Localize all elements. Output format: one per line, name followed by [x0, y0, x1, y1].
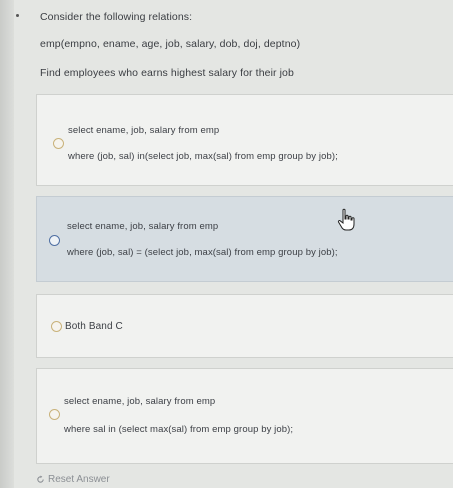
radio-button-option-4[interactable]	[49, 409, 60, 420]
reset-answer-label: Reset Answer	[48, 474, 110, 485]
option-1-line-1: select ename, job, salary from emp	[68, 125, 220, 136]
bullet-icon	[16, 14, 19, 17]
quiz-page: Consider the following relations: emp(em…	[0, 0, 453, 488]
answer-option-4[interactable]: select ename, job, salary from emp where…	[36, 368, 453, 464]
reset-answer-link[interactable]: Reset Answer	[36, 474, 110, 485]
answer-option-3[interactable]: Both Band C	[36, 294, 453, 358]
option-4-line-1: select ename, job, salary from emp	[64, 396, 216, 407]
left-edge-strip	[0, 0, 14, 488]
option-4-line-2: where sal in (select max(sal) from emp g…	[64, 424, 294, 435]
hand-pointer-cursor-icon	[337, 208, 355, 231]
question-line-1: Consider the following relations:	[40, 11, 193, 23]
reset-arrow-icon	[37, 475, 44, 483]
radio-button-option-1[interactable]	[53, 138, 64, 149]
radio-button-option-2[interactable]	[49, 235, 60, 246]
answer-option-1[interactable]: select ename, job, salary from emp where…	[36, 94, 453, 186]
radio-button-option-3[interactable]	[51, 321, 62, 332]
answer-option-2[interactable]: select ename, job, salary from emp where…	[36, 196, 453, 282]
option-2-line-2: where (job, sal) = (select job, max(sal)…	[67, 247, 338, 258]
question-line-2: emp(empno, ename, age, job, salary, dob,…	[40, 38, 301, 50]
question-line-3: Find employees who earns highest salary …	[40, 67, 294, 79]
option-2-line-1: select ename, job, salary from emp	[67, 221, 219, 232]
option-1-line-2: where (job, sal) in(select job, max(sal)…	[68, 151, 338, 162]
option-3-label: Both Band C	[65, 321, 123, 332]
